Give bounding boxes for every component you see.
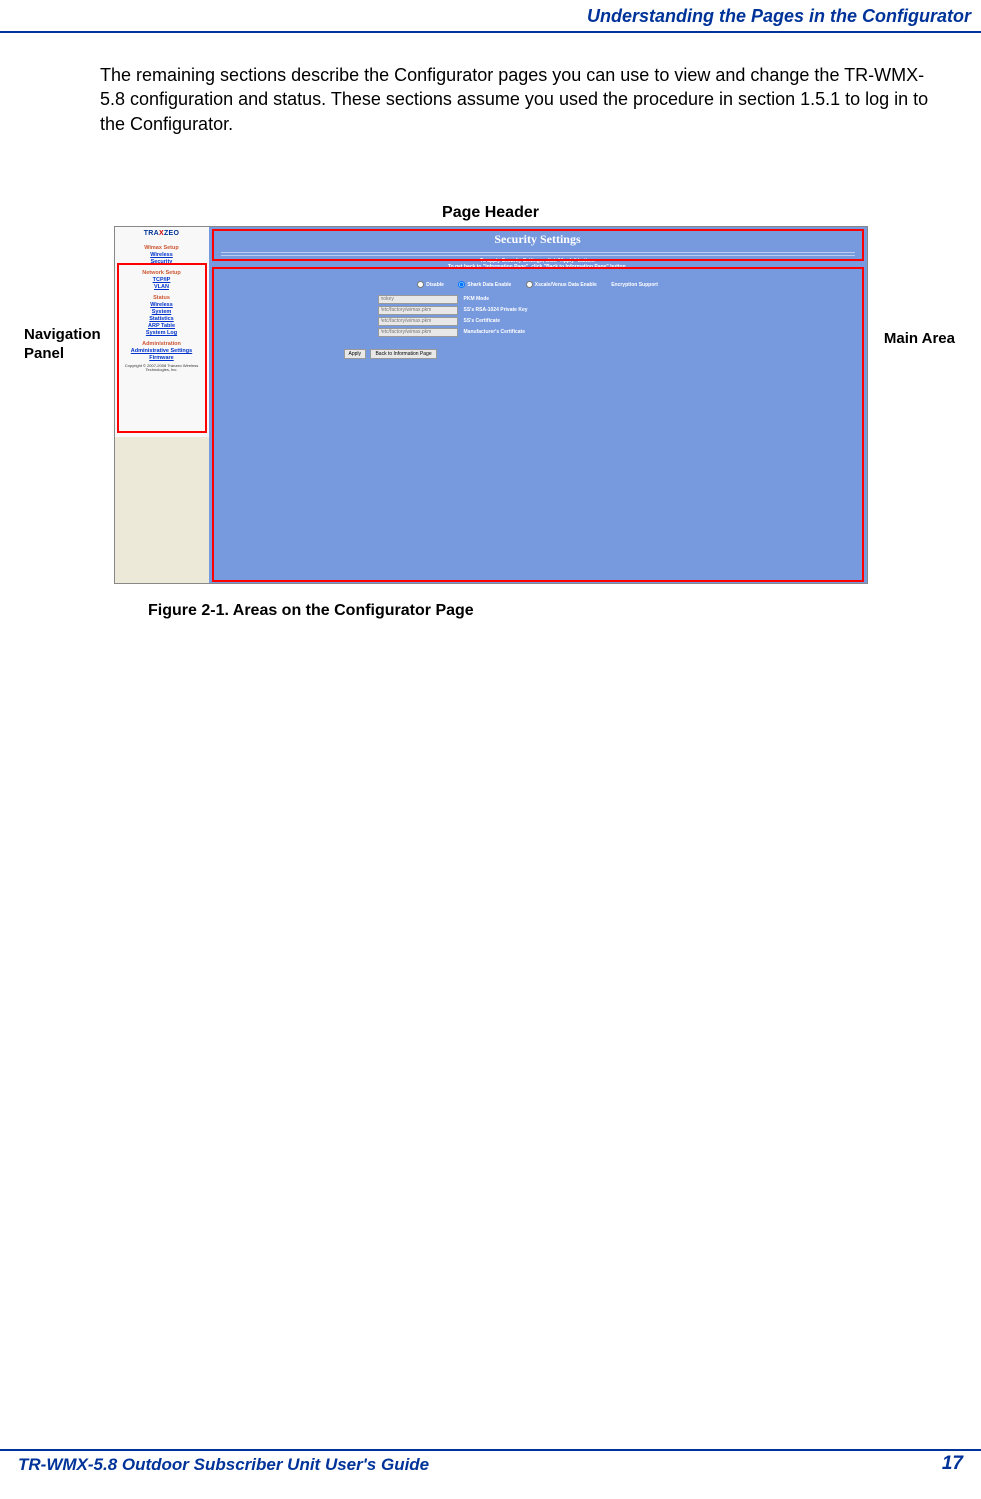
nav-firmware[interactable]: Firmware <box>115 355 209 361</box>
nav-tcpip[interactable]: TCP/IP <box>115 277 209 283</box>
nav-status: Status <box>115 295 209 301</box>
figure-block: Page Header NavigationPanel Main Area TR… <box>0 226 981 620</box>
instruction-2: To get back to "Information Page", click… <box>209 264 867 270</box>
nav-security[interactable]: Security <box>115 259 209 265</box>
nav-wireless2[interactable]: Wireless <box>115 302 209 308</box>
nav-admin-settings[interactable]: Administrative Settings <box>115 348 209 354</box>
section-header: Understanding the Pages in the Configura… <box>0 0 981 31</box>
radio-shark[interactable] <box>458 281 465 288</box>
nav-system[interactable]: System <box>115 309 209 315</box>
divider <box>221 252 855 253</box>
pkm-input[interactable] <box>378 295 458 304</box>
nav-wimax-setup: Wimax Setup <box>115 245 209 251</box>
nav-network-setup: Network Setup <box>115 270 209 276</box>
page-header-annotation: Page Header <box>0 204 981 222</box>
footer-divider <box>0 1449 981 1451</box>
main-area-annotation: Main Area <box>884 330 955 347</box>
main-panel: Security Settings To apply Security Sett… <box>209 227 867 583</box>
nav-arp[interactable]: ARP Table <box>115 323 209 329</box>
radio-disable[interactable] <box>417 281 424 288</box>
nav-administration: Administration <box>115 341 209 347</box>
encryption-label: Encryption Support <box>611 282 658 288</box>
nav-syslog[interactable]: System Log <box>115 330 209 336</box>
mfgcert-input[interactable] <box>378 328 458 337</box>
figure-caption: Figure 2-1. Areas on the Configurator Pa… <box>148 602 981 620</box>
logo: TRAXZEO <box>115 227 209 240</box>
sscert-label: SS's Certificate <box>464 318 500 324</box>
page-number: 17 <box>942 1453 963 1475</box>
mfgcert-label: Manufacturer's Certificate <box>464 329 525 335</box>
radio-xscale[interactable] <box>526 281 533 288</box>
nav-vlan[interactable]: VLAN <box>115 284 209 290</box>
pkm-label: PKM Mode <box>464 296 490 302</box>
nav-panel-annotation: NavigationPanel <box>24 326 101 364</box>
back-button[interactable]: Back to Information Page <box>370 349 436 359</box>
footer-title: TR-WMX-5.8 Outdoor Subscriber Unit User'… <box>0 1455 429 1475</box>
page-footer: TR-WMX-5.8 Outdoor Subscriber Unit User'… <box>0 1449 981 1475</box>
rsa-label: SS's RSA-1024 Private Key <box>464 307 528 313</box>
configurator-screenshot: TRAXZEO Wimax Setup Wireless Security Ne… <box>114 226 868 584</box>
nav-panel: TRAXZEO Wimax Setup Wireless Security Ne… <box>115 227 209 437</box>
page-title: Security Settings <box>209 227 867 250</box>
divider <box>221 255 855 256</box>
nav-wireless[interactable]: Wireless <box>115 252 209 258</box>
body-paragraph: The remaining sections describe the Conf… <box>0 33 981 136</box>
nav-statistics[interactable]: Statistics <box>115 316 209 322</box>
rsa-input[interactable] <box>378 306 458 315</box>
apply-button[interactable]: Apply <box>344 349 367 359</box>
copyright: Copyright © 2007-2008 Tranzeo Wireless T… <box>115 364 209 373</box>
form-area: PKM Mode SS's RSA-1024 Private Key SS's … <box>378 294 698 338</box>
radio-options: Disable Shark Data Enable Xscale/Venus D… <box>209 273 867 291</box>
sscert-input[interactable] <box>378 317 458 326</box>
